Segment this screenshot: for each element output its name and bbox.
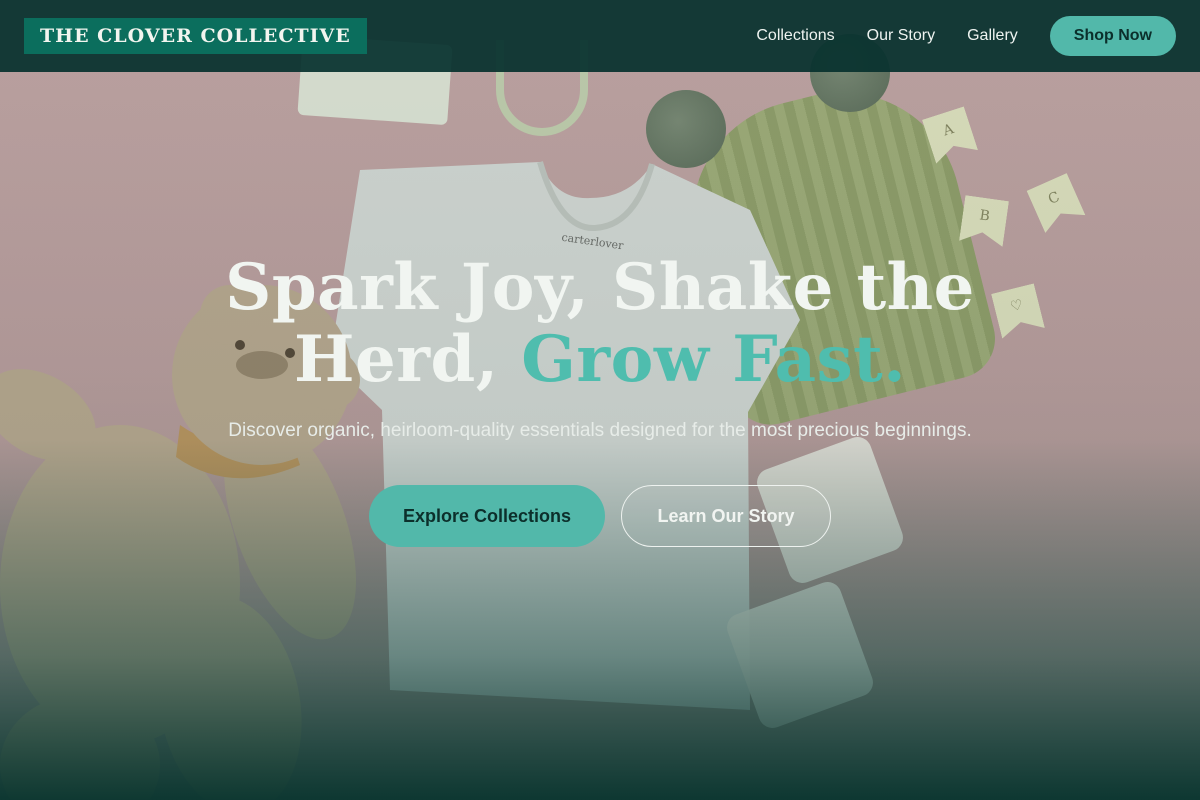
headline-accent: Grow Fast. [521, 322, 906, 397]
brand-logo[interactable]: THE CLOVER COLLECTIVE [24, 18, 367, 54]
nav-link-gallery[interactable]: Gallery [967, 27, 1018, 45]
hero-subtitle: Discover organic, heirloom-quality essen… [228, 420, 972, 441]
nav-links: Collections Our Story Gallery Shop Now [724, 16, 1176, 56]
learn-our-story-button[interactable]: Learn Our Story [621, 485, 831, 547]
headline-line-1: Spark Joy, Shake the [225, 250, 975, 325]
top-navbar: THE CLOVER COLLECTIVE Collections Our St… [0, 0, 1200, 72]
headline-line-2: Herd, [294, 322, 522, 397]
hero-section: Spark Joy, Shake the Herd, Grow Fast. Di… [0, 252, 1200, 547]
hero-cta-row: Explore Collections Learn Our Story [0, 485, 1200, 547]
nav-link-collections[interactable]: Collections [756, 27, 834, 45]
nav-link-our-story[interactable]: Our Story [867, 27, 935, 45]
shop-now-button[interactable]: Shop Now [1049, 16, 1176, 56]
explore-collections-button[interactable]: Explore Collections [369, 485, 605, 547]
hero-headline: Spark Joy, Shake the Herd, Grow Fast. [190, 252, 1010, 396]
